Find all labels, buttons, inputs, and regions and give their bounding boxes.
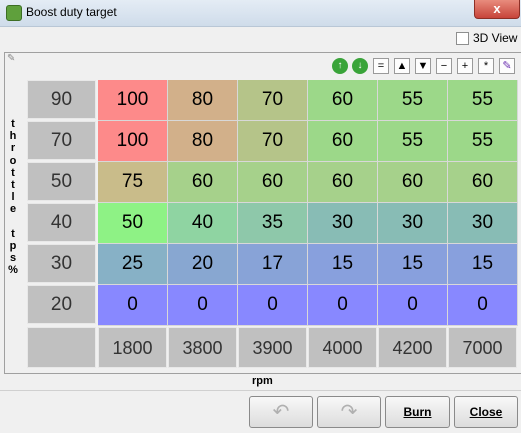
x-axis-value[interactable]: 4000 [308, 327, 377, 368]
increment-icon[interactable]: ↑ [332, 58, 348, 74]
window-close-button[interactable]: x [474, 0, 520, 19]
table-cell[interactable]: 80 [168, 80, 238, 121]
table-cell[interactable]: 0 [378, 285, 448, 326]
table-cell[interactable]: 30 [308, 203, 378, 244]
table-cell[interactable]: 60 [308, 162, 378, 203]
x-axis-value[interactable]: 3900 [238, 327, 307, 368]
increase-button[interactable]: ▲ [394, 58, 410, 74]
close-button[interactable]: Close [454, 396, 518, 428]
undo-button[interactable]: ↶ [249, 396, 313, 428]
table-cell[interactable]: 50 [98, 203, 168, 244]
divider [0, 390, 521, 391]
table-cell[interactable]: 20 [168, 244, 238, 285]
y-axis-value[interactable]: 50 [27, 162, 96, 201]
table-cell[interactable]: 60 [448, 162, 518, 203]
table-cell[interactable]: 100 [98, 80, 168, 121]
table-cell[interactable]: 17 [238, 244, 308, 285]
redo-button[interactable]: ↷ [317, 396, 381, 428]
table-cell[interactable]: 30 [448, 203, 518, 244]
decrease-button[interactable]: ▼ [415, 58, 431, 74]
title-bar: Boost duty target x [0, 0, 521, 27]
note-icon[interactable]: ✎ [7, 53, 15, 64]
y-axis-value[interactable]: 40 [27, 203, 96, 242]
table-cell[interactable]: 15 [448, 244, 518, 285]
x-axis-value[interactable]: 4200 [378, 327, 447, 368]
table-cell[interactable]: 80 [168, 121, 238, 162]
table-cell[interactable]: 70 [238, 80, 308, 121]
app-icon [6, 5, 22, 21]
x-axis-label: rpm [252, 375, 273, 387]
table-cell[interactable]: 0 [98, 285, 168, 326]
y-axis-value[interactable]: 90 [27, 80, 96, 119]
y-axis-value[interactable]: 70 [27, 121, 96, 160]
x-axis-value[interactable]: 7000 [448, 327, 517, 368]
table-cell[interactable]: 60 [238, 162, 308, 203]
burn-button[interactable]: Burn [385, 396, 450, 428]
y-axis-value[interactable]: 30 [27, 244, 96, 283]
pencil-icon[interactable]: ✎ [499, 58, 515, 74]
table-cell[interactable]: 60 [168, 162, 238, 203]
table-cell[interactable]: 55 [448, 80, 518, 121]
table-cell[interactable]: 15 [378, 244, 448, 285]
table-cell[interactable]: 55 [378, 80, 448, 121]
table-cell[interactable]: 60 [308, 121, 378, 162]
table-cell[interactable]: 0 [168, 285, 238, 326]
table-cell[interactable]: 75 [98, 162, 168, 203]
table-cell[interactable]: 70 [238, 121, 308, 162]
table-cell[interactable]: 0 [448, 285, 518, 326]
view3d-checkbox[interactable] [456, 31, 469, 45]
y-axis-value[interactable]: 20 [27, 285, 96, 324]
table-cell[interactable]: 15 [308, 244, 378, 285]
table-cell[interactable]: 100 [98, 121, 168, 162]
table-cell[interactable]: 40 [168, 203, 238, 244]
plus-button[interactable]: + [457, 58, 473, 74]
x-axis-value[interactable]: 3800 [168, 327, 237, 368]
view3d-label: 3D View [473, 31, 518, 45]
multiply-button[interactable]: * [478, 58, 494, 74]
minus-button[interactable]: − [436, 58, 452, 74]
table-cell[interactable]: 55 [378, 121, 448, 162]
set-equal-button[interactable]: = [373, 58, 389, 74]
table-cell[interactable]: 25 [98, 244, 168, 285]
table-cell[interactable]: 0 [238, 285, 308, 326]
table-cell[interactable]: 30 [378, 203, 448, 244]
y-axis-label: throttle t p s% [8, 118, 18, 277]
x-axis-value[interactable]: 1800 [98, 327, 167, 368]
table-corner [27, 327, 96, 368]
table-cell[interactable]: 60 [308, 80, 378, 121]
window-title: Boost duty target [26, 5, 117, 19]
table-cell[interactable]: 0 [308, 285, 378, 326]
decrement-icon[interactable]: ↓ [352, 58, 368, 74]
table-cell[interactable]: 35 [238, 203, 308, 244]
table-cell[interactable]: 55 [448, 121, 518, 162]
table-cell[interactable]: 60 [378, 162, 448, 203]
view3d-toggle[interactable]: 3D View [456, 31, 517, 45]
